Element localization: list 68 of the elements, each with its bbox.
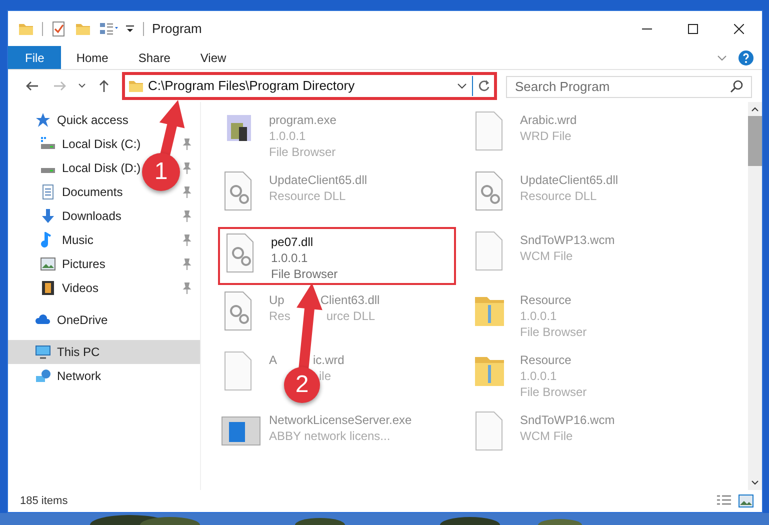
pin-icon [182, 234, 192, 246]
download-arrow-icon [40, 208, 56, 224]
file-detail: ile [319, 368, 332, 384]
scroll-thumb[interactable] [748, 116, 762, 166]
pin-icon [182, 162, 192, 174]
pin-icon [182, 282, 192, 294]
ribbon-tab[interactable]: Share [123, 46, 186, 69]
nav-label: This PC [57, 344, 100, 361]
address-path: C:\Program Files\Program Directory [148, 77, 355, 96]
film-icon [40, 280, 56, 296]
nav-item[interactable]: Music [62, 231, 94, 249]
file-detail: File Browser [271, 266, 338, 282]
minimize-icon [642, 28, 652, 30]
nav-item[interactable]: Quick access [57, 111, 128, 129]
refresh-icon[interactable] [477, 79, 491, 93]
address-bar[interactable]: C:\Program Files\Program Directory [122, 72, 497, 100]
nav-item[interactable]: Pictures [62, 255, 106, 273]
ribbon-tab[interactable]: Home [61, 46, 124, 69]
file-detail: Resource DLL [520, 188, 597, 204]
file-detail: WRD File [520, 128, 572, 144]
nav-item[interactable]: Network [57, 367, 102, 385]
network-icon [35, 368, 51, 384]
file-detail: WCM File [520, 248, 573, 264]
nav-item[interactable]: OneDrive [57, 311, 108, 329]
search-field[interactable]: Search Program [506, 76, 752, 98]
file-name: pe07.dll [271, 234, 314, 250]
file-detail: File Browser [269, 144, 336, 160]
pin-icon [182, 138, 192, 150]
maximize-icon [688, 24, 698, 34]
ribbon-tab[interactable]: File [8, 46, 62, 69]
file-detail: urce DLL [326, 308, 376, 324]
drive-icon [40, 168, 56, 173]
file-detail: Res [269, 308, 290, 324]
drive-icon [40, 136, 56, 152]
ribbon-tab[interactable]: View [185, 46, 242, 69]
file-detail: 1.0.0.1 [269, 128, 306, 144]
file-detail: File Browser [520, 324, 587, 340]
file-detail: File Browser [520, 384, 587, 400]
file-detail: 1.0.0.1 [520, 308, 557, 324]
picture-icon [40, 256, 56, 272]
file-detail: 1.0.0.1 [271, 250, 308, 266]
nav-item[interactable]: Local Disk (C:) [62, 135, 141, 153]
file-detail: ABBY network licens... [269, 428, 390, 444]
monitor-icon [35, 344, 51, 360]
file-item[interactable]: pe07.dll 1.0.0.1 File Browser [218, 227, 456, 285]
file-detail: 1.0.0.1 [520, 368, 557, 384]
document-icon [40, 184, 56, 200]
window-title: Program [152, 20, 202, 38]
pin-icon [182, 258, 192, 270]
nav-item[interactable]: This PC [8, 340, 200, 364]
search-icon [730, 79, 744, 93]
item-count: 185 items [20, 494, 68, 509]
scrollbar[interactable] [748, 102, 762, 490]
thumbnail-view-icon[interactable] [738, 494, 754, 508]
properties-icon [51, 20, 67, 36]
nav-item[interactable]: Videos [62, 279, 98, 297]
folder-icon [128, 78, 144, 94]
pin-icon [182, 186, 192, 198]
nav-item[interactable]: Local Disk (D:) [62, 159, 141, 177]
close-icon [734, 24, 744, 34]
pin-icon [182, 210, 192, 222]
file-detail: WCM File [520, 428, 573, 444]
layout-icon [99, 20, 121, 36]
file-detail: Resource DLL [269, 188, 346, 204]
help-icon[interactable] [738, 50, 754, 66]
nav-item[interactable]: Downloads [62, 207, 122, 225]
nav-item[interactable]: Documents [62, 183, 123, 201]
star-icon [35, 112, 51, 128]
